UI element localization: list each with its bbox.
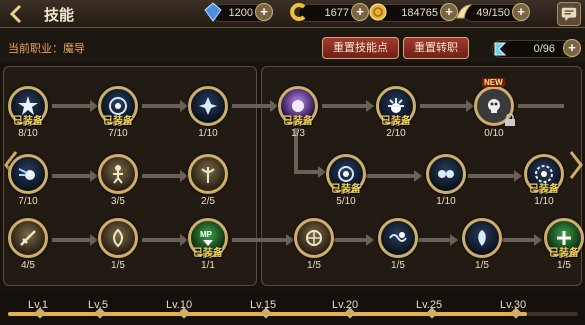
skill-node[interactable]: 1/5 — [294, 218, 334, 271]
chat-button[interactable] — [557, 2, 581, 26]
connector-arrow — [418, 234, 458, 246]
timeline-label: Lv.30 — [500, 299, 527, 311]
sword-skill-icon — [20, 230, 36, 246]
connector-arrow — [142, 170, 188, 182]
current-job-label: 当前职业：魔导 — [8, 43, 85, 55]
spin-skill-icon — [113, 228, 123, 248]
chevron-left-icon — [9, 4, 22, 24]
skill-node[interactable]: 已装备 5/10 — [326, 154, 366, 207]
staff-skill-icon — [201, 167, 215, 183]
add-wing-energy-button[interactable]: + — [512, 3, 530, 21]
skill-node[interactable]: 1/10 — [426, 154, 466, 207]
timeline-label: Lv.20 — [332, 299, 359, 311]
connector-arrow — [142, 234, 188, 246]
triple-spin-skill-icon — [306, 230, 322, 246]
skill-node[interactable]: 1/5 — [378, 218, 418, 271]
timeline-label: Lv.10 — [166, 299, 193, 311]
connector-arrow — [52, 170, 98, 182]
reset-skill-points-button[interactable]: 重置技能点 — [322, 37, 399, 59]
timeline-label: Lv.15 — [250, 299, 277, 311]
skill-node[interactable]: 1/10 — [188, 86, 228, 139]
wing-energy-icon — [456, 4, 473, 19]
blue-crystal-icon — [204, 2, 222, 22]
skill-node[interactable]: MP 已装备 1/1 — [188, 218, 228, 271]
sub-bar: 当前职业：魔导 重置技能点 重置转职 0/96 + — [0, 28, 585, 62]
connector-arrow — [334, 234, 374, 246]
reset-job-button[interactable]: 重置转职 — [403, 37, 469, 59]
skill-node[interactable]: 1/5 — [98, 218, 138, 271]
add-c-currency-button[interactable]: + — [351, 3, 369, 21]
skill-node[interactable]: 2/5 — [188, 154, 228, 207]
gold-counter: 184765 + — [369, 3, 458, 22]
add-skill-points-button[interactable]: + — [563, 39, 581, 57]
lock-icon — [505, 114, 515, 126]
shatter-skill-icon — [199, 97, 217, 115]
gold-c-icon — [290, 3, 306, 21]
timeline-label: Lv.5 — [88, 299, 108, 311]
connector-arrow — [468, 170, 522, 182]
connector-arrow — [518, 102, 572, 110]
skill-node[interactable]: 已装备 1/5 — [544, 218, 584, 271]
connector-arrow — [52, 234, 98, 246]
back-button[interactable] — [4, 2, 30, 26]
connector-arrow — [232, 100, 278, 112]
timeline-label: Lv.25 — [416, 299, 443, 311]
connector-arrow — [420, 100, 474, 112]
connector-arrow — [294, 166, 326, 178]
skill-node[interactable]: 已装备 7/10 — [98, 86, 138, 139]
add-crystal-button[interactable]: + — [255, 3, 273, 21]
connector-arrow — [232, 234, 294, 246]
wave-skill-icon — [389, 232, 407, 242]
timeline-label: Lv.1 — [28, 299, 48, 311]
level-timeline: Lv.1 Lv.5 Lv.10 Lv.15 Lv.20 Lv.25 Lv.30 — [0, 292, 585, 325]
connector-arrow — [366, 170, 422, 182]
ice-comet-skill-icon — [18, 168, 35, 180]
skull-skill-icon — [488, 99, 500, 113]
wing-energy-counter: 49/150 + — [456, 3, 530, 22]
scroll-right-icon[interactable] — [569, 150, 583, 180]
c-currency-counter: 1677 + — [290, 3, 369, 22]
skill-point-icon — [494, 42, 507, 56]
connector-arrow — [142, 100, 188, 112]
connector-arrow — [502, 234, 542, 246]
skill-points-counter: 0/96 + — [492, 39, 581, 58]
skill-node[interactable]: 已装备 1/10 — [524, 154, 564, 207]
svg-text:MP: MP — [200, 230, 213, 239]
crystal-counter: 1200 + — [204, 2, 273, 22]
skill-node[interactable]: 已装备 1/3 — [278, 86, 318, 139]
page-title: 技能 — [44, 7, 75, 24]
spirit-skill-icon — [478, 230, 486, 246]
top-bar: 技能 1200 + 1677 + 184765 + 49/150 + — [0, 0, 585, 28]
new-badge: NEW — [482, 78, 505, 87]
figure-skill-icon — [113, 165, 123, 184]
gold-coin-icon — [369, 3, 387, 21]
skill-node[interactable]: 3/5 — [98, 154, 138, 207]
connector-arrow — [322, 100, 374, 112]
skill-node[interactable]: 1/5 — [462, 218, 502, 271]
skill-node[interactable]: 已装备 8/10 — [8, 86, 48, 139]
connector-arrow — [52, 100, 98, 112]
orbs-skill-icon — [438, 170, 454, 178]
skill-node[interactable]: 7/10 — [8, 154, 48, 207]
skill-node[interactable]: NEW 0/10 — [474, 78, 515, 139]
chat-icon — [561, 7, 577, 22]
skill-node[interactable]: 4/5 — [8, 218, 48, 271]
skill-node[interactable]: 已装备 2/10 — [376, 86, 416, 139]
